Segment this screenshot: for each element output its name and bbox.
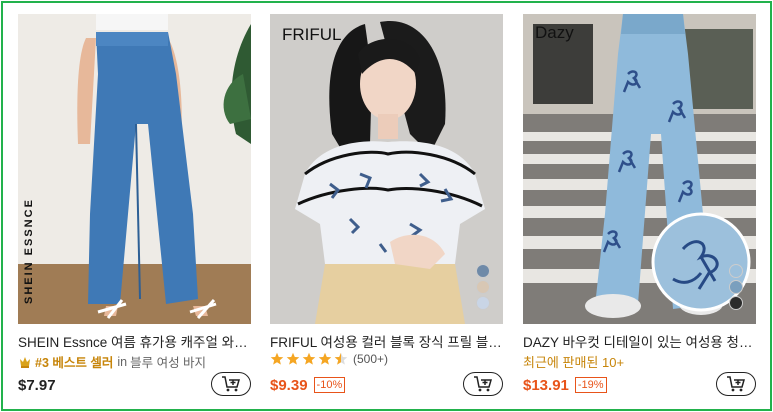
product-grid: SHEIN ESSNCE SHEIN Essnce 여름 휴가용 캐주얼 와이드… — [1, 1, 772, 411]
price-row: $7.97 — [18, 372, 251, 398]
best-seller-rank: #3 베스트 셀러 — [35, 356, 114, 370]
product-price: $9.39 — [270, 376, 308, 394]
product-card[interactable]: Dazy DAZY 바우컷 디테일이 있는 여성용 청바지 최근에 판매된 10… — [523, 14, 756, 404]
product-card[interactable]: SHEIN ESSNCE SHEIN Essnce 여름 휴가용 캐주얼 와이드… — [18, 14, 251, 404]
swatch-1[interactable] — [476, 264, 490, 278]
add-to-cart-icon — [474, 376, 492, 392]
product-image[interactable]: Dazy — [523, 14, 756, 324]
discount-badge: -19% — [574, 377, 607, 393]
add-to-cart-icon — [222, 376, 240, 392]
star-rating-icon — [270, 352, 348, 365]
add-to-cart-button[interactable] — [716, 372, 756, 396]
product-title[interactable]: SHEIN Essnce 여름 휴가용 캐주얼 와이드 팬츠 — [18, 331, 251, 351]
svg-text:Dazy: Dazy — [535, 23, 574, 42]
best-seller-badge[interactable]: #3 베스트 셀러 in 블루 여성 바지 — [18, 352, 206, 371]
product-image[interactable]: FRIFUL — [270, 14, 503, 324]
svg-text:FRIFUL: FRIFUL — [282, 25, 342, 44]
swatch-3[interactable] — [729, 296, 743, 310]
review-count: (500+) — [353, 352, 389, 366]
price-row: $9.39 -10% — [270, 372, 503, 398]
price-row: $13.91 -19% — [523, 372, 756, 398]
crown-icon — [20, 356, 30, 368]
product-image[interactable]: SHEIN ESSNCE — [18, 14, 251, 324]
add-to-cart-button[interactable] — [463, 372, 503, 396]
color-swatches[interactable] — [476, 264, 490, 310]
swatch-2[interactable] — [729, 280, 743, 294]
best-seller-category: 블루 여성 바지 — [130, 356, 207, 370]
product-title[interactable]: FRIFUL 여성용 컬러 블록 장식 프릴 블라우스 — [270, 331, 503, 351]
product-card[interactable]: FRIFUL FRIFUL 여성용 컬러 블록 장식 프릴 블라우스 (500+… — [270, 14, 503, 404]
svg-text:SHEIN ESSNCE: SHEIN ESSNCE — [23, 198, 35, 304]
rating[interactable]: (500+) — [270, 352, 388, 366]
add-to-cart-button[interactable] — [211, 372, 251, 396]
discount-badge: -10% — [313, 377, 346, 393]
best-seller-in: in — [117, 354, 128, 369]
swatch-3[interactable] — [476, 296, 490, 310]
swatch-1[interactable] — [729, 264, 743, 278]
color-swatches[interactable] — [729, 264, 743, 310]
product-title[interactable]: DAZY 바우컷 디테일이 있는 여성용 청바지 — [523, 331, 756, 351]
add-to-cart-icon — [727, 376, 745, 392]
swatch-2[interactable] — [476, 280, 490, 294]
product-price: $7.97 — [18, 376, 56, 394]
recent-sales-text: 최근에 판매된 10+ — [523, 355, 625, 370]
product-price: $13.91 — [523, 376, 569, 394]
recent-sales: 최근에 판매된 10+ — [523, 352, 624, 371]
